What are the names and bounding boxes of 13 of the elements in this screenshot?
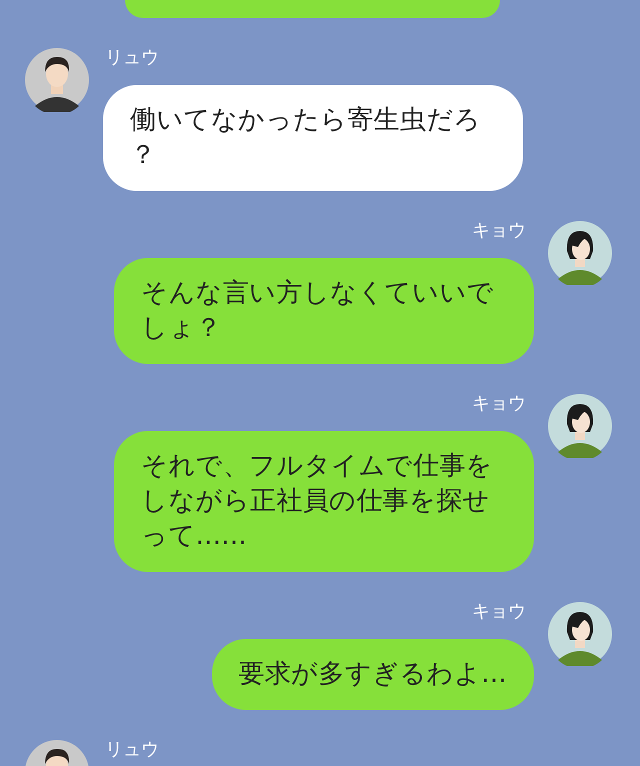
message-bubble: 要求が多すぎるわよ... (212, 639, 534, 710)
person-avatar (548, 394, 612, 458)
message-bubble: 働いてなかったら寄生虫だろ？ (103, 85, 523, 191)
sender-name: キョウ (472, 394, 526, 414)
sender-name: リュウ (105, 740, 159, 760)
person-avatar (548, 602, 612, 666)
message-bubble: そんな言い方しなくていいでしょ？ (114, 258, 534, 364)
sender-name: リュウ (105, 48, 159, 68)
person-avatar (548, 221, 612, 285)
message-bubble: それで、フルタイムで仕事をしながら正社員の仕事を探せって...... (114, 431, 534, 572)
sender-name: キョウ (472, 602, 526, 622)
sender-name: キョウ (472, 221, 526, 241)
person-avatar (25, 48, 89, 112)
